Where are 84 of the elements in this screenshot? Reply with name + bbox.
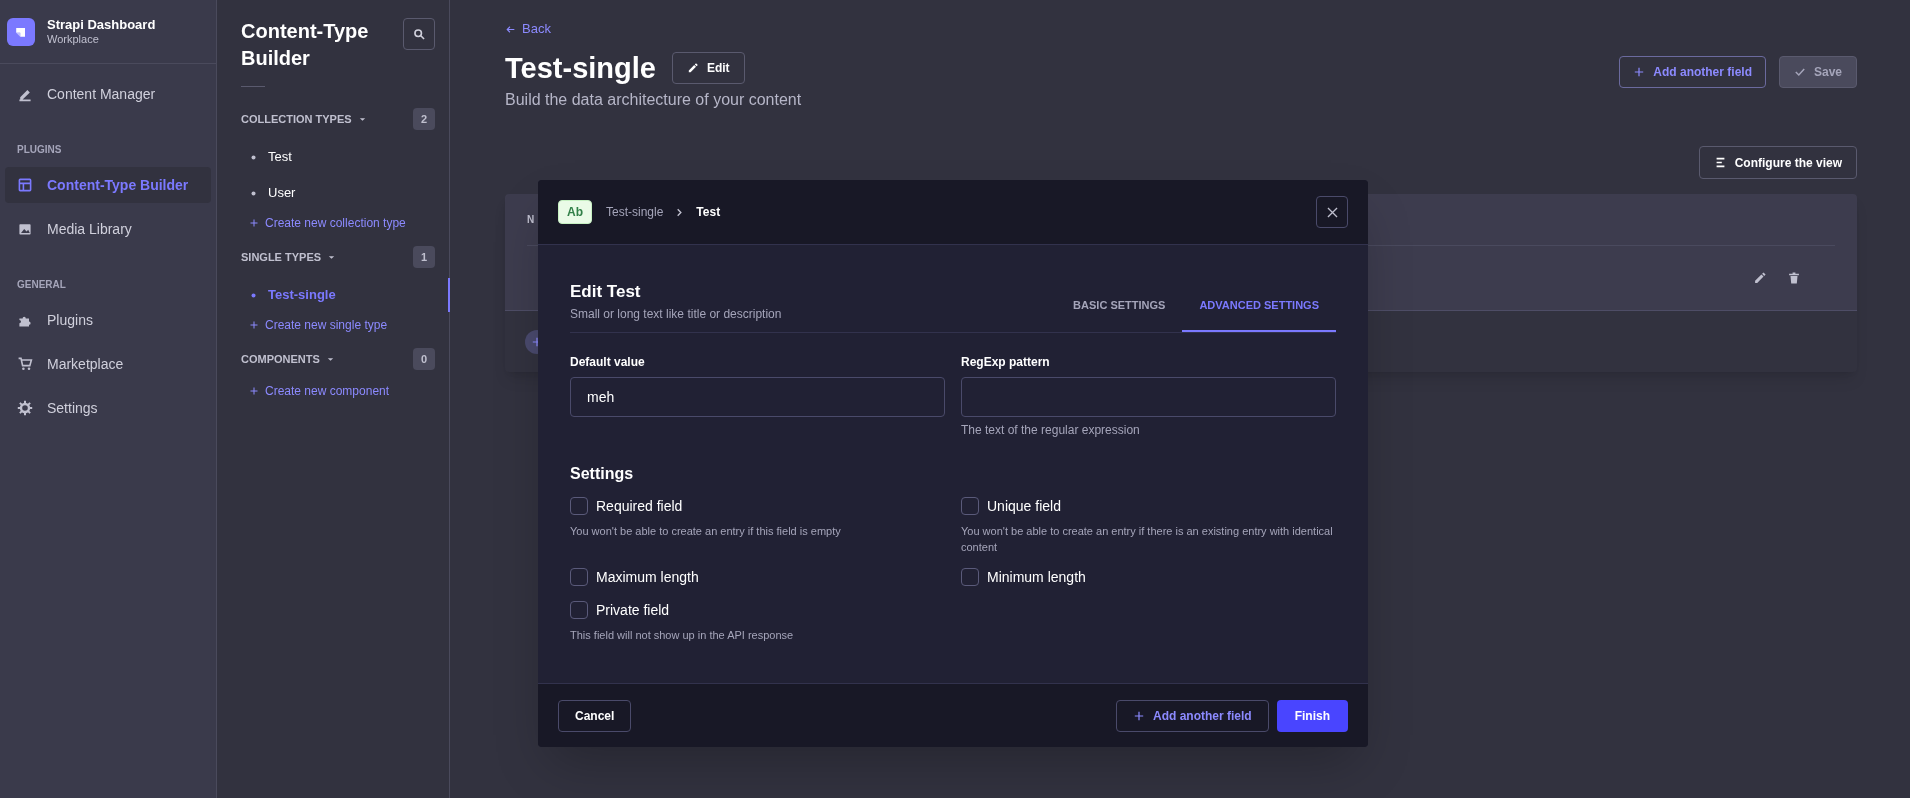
checkbox-label: Private field (596, 600, 670, 620)
count-badge: 2 (413, 108, 435, 130)
dialog-subtitle: Small or long text like title or description (570, 305, 782, 323)
logo-icon (7, 17, 35, 46)
active-indicator (448, 278, 450, 312)
group-label[interactable]: COLLECTION TYPES (241, 110, 352, 128)
checkbox-label: Maximum length (596, 567, 699, 587)
bullet-icon (251, 154, 256, 160)
nav-item[interactable]: Content-Type Builder (5, 167, 211, 203)
option-hint: You won't be able to create an entry if this field is empty (570, 523, 842, 539)
field-label: RegExp pattern (961, 353, 1051, 371)
create-link[interactable]: Create new single type (241, 313, 435, 337)
create-link[interactable]: Create new component (241, 379, 435, 403)
page-subtitle: Build the data architecture of your content (505, 90, 802, 110)
checkbox-label: Minimum length (987, 567, 1086, 587)
nav-item[interactable]: Settings (5, 390, 211, 426)
plus-icon (249, 218, 259, 228)
checkbox[interactable] (570, 601, 588, 619)
settings-heading: Settings (570, 463, 635, 484)
pencil-icon (686, 62, 699, 74)
nav-section-label: PLUGINS (16, 143, 63, 157)
chevron-right-icon (675, 207, 685, 217)
nav-item[interactable]: Media Library (5, 211, 211, 247)
search-button[interactable] (403, 18, 435, 50)
column-header: N (527, 213, 535, 227)
finish-button[interactable]: Finish (1276, 699, 1348, 732)
dialog-title: Edit Test (570, 281, 642, 303)
sidebar-title: Content-Type Builder (241, 19, 370, 71)
page-title: Test-single (505, 51, 656, 86)
settings-tab[interactable]: ADVANCED SETTINGS (1182, 281, 1336, 332)
breadcrumb-item: Test-single (606, 204, 664, 221)
checkbox[interactable] (961, 497, 979, 515)
add-field-button[interactable]: Add another field (1116, 699, 1269, 732)
breadcrumb-item: Test (696, 204, 721, 221)
count-badge: 1 (413, 246, 435, 268)
type-link[interactable]: Test (268, 147, 292, 167)
option-hint: You won't be able to create an entry if there is an existing entry with identical content (961, 523, 1334, 555)
nav-item[interactable]: Content Manager (5, 76, 211, 112)
plus-icon (249, 320, 259, 330)
image-icon (17, 221, 33, 237)
nav-item[interactable]: Marketplace (5, 346, 211, 382)
plus-icon (1633, 66, 1646, 78)
bullet-icon (251, 190, 256, 196)
search-icon (412, 27, 426, 41)
settings-tab[interactable]: BASIC SETTINGS (1056, 281, 1183, 332)
field-hint: The text of the regular expression (961, 421, 1141, 439)
checkbox[interactable] (570, 568, 588, 586)
pencil-icon (1753, 271, 1767, 285)
input-field[interactable]: meh (570, 376, 945, 417)
checkbox-label: Unique field (987, 496, 1061, 516)
type-badge: Ab (558, 200, 592, 224)
brand-title: Strapi Dashboard (47, 16, 156, 33)
arrow-left-icon (505, 23, 516, 35)
nav-section-label: GENERAL (16, 278, 67, 292)
checkbox-label: Required field (596, 496, 683, 516)
option-hint: This field will not show up in the API response (570, 627, 795, 643)
plus-icon (249, 386, 259, 396)
back-link[interactable]: Back (505, 20, 1857, 38)
nav-item[interactable]: Plugins (5, 302, 211, 338)
group-label[interactable]: COMPONENTS (241, 350, 320, 368)
close-icon (1325, 205, 1339, 219)
layout-icon (17, 177, 33, 193)
check-icon (1793, 66, 1806, 78)
trash-icon (1787, 271, 1801, 285)
create-link[interactable]: Create new collection type (241, 211, 435, 235)
save-button[interactable]: Save (1778, 56, 1857, 88)
count-badge: 0 (413, 348, 435, 370)
input-field[interactable] (961, 376, 1336, 417)
checkbox[interactable] (570, 497, 588, 515)
cart-icon (17, 356, 33, 372)
plus-icon (1133, 709, 1145, 722)
cancel-button[interactable]: Cancel (558, 699, 632, 732)
group-label[interactable]: SINGLE TYPES (241, 248, 322, 266)
checkbox[interactable] (961, 568, 979, 586)
add-field-button[interactable]: Add another field (1619, 56, 1766, 88)
edit-button[interactable]: Edit (671, 52, 745, 84)
brand-subtitle: Workplace (47, 32, 100, 47)
type-link[interactable]: Test-single (268, 285, 336, 305)
type-link[interactable]: User (268, 183, 296, 203)
bullet-icon (251, 292, 256, 298)
close-button[interactable] (1316, 196, 1348, 228)
settings-icon (17, 400, 33, 416)
configure-view-button[interactable]: Configure the view (1698, 146, 1857, 179)
field-label: Default value (570, 353, 646, 371)
